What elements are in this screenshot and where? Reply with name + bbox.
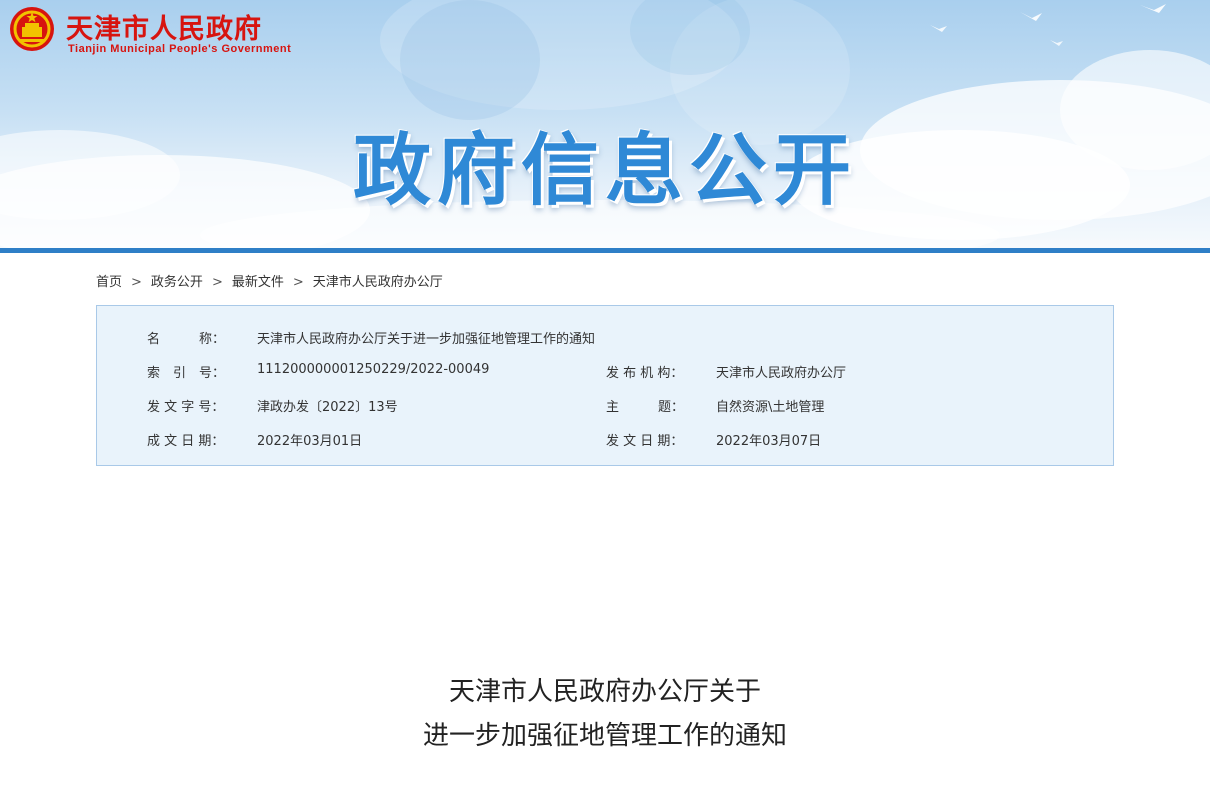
site-name-cn: 天津市人民政府 [66,14,262,45]
meta-issuer-label: 发 布 机 构： [606,366,684,381]
meta-written-date-value: 2022年03月01日 [257,434,363,449]
breadcrumb: 首页 > 政务公开 > 最新文件 > 天津市人民政府办公厅 [96,271,443,290]
breadcrumb-separator: > [131,275,142,290]
meta-subject-label: 主 题： [606,400,685,415]
site-logo[interactable]: 天津市人民政府 Tianjin Municipal People's Gover… [8,5,308,57]
meta-docno-value: 津政办发〔2022〕13号 [257,400,398,415]
meta-written-date-label: 成 文 日 期： [147,434,225,449]
breadcrumb-general-office[interactable]: 天津市人民政府办公厅 [313,275,443,290]
banner-divider [0,248,1210,253]
breadcrumb-separator: > [211,275,223,290]
meta-name-value: 天津市人民政府办公厅关于进一步加强征地管理工作的通知 [257,332,596,347]
header-banner: 天津市人民政府 Tianjin Municipal People's Gover… [0,0,1210,248]
breadcrumb-gov-affairs[interactable]: 政务公开 [151,275,203,290]
breadcrumb-home[interactable]: 首页 [96,275,122,290]
breadcrumb-latest-docs[interactable]: 最新文件 [232,275,284,290]
national-emblem-icon [10,7,54,51]
meta-published-date-value: 2022年03月07日 [716,434,822,449]
breadcrumb-separator: > [292,275,304,290]
meta-name-label: 名 称： [147,332,226,347]
site-name-en: Tianjin Municipal People's Government [68,43,292,55]
meta-published-date-label: 发 文 日 期： [606,434,684,449]
meta-index-label: 索 引 号： [147,366,226,381]
document-metadata-panel: 名 称： 天津市人民政府办公厅关于进一步加强征地管理工作的通知 索 引 号： 1… [96,305,1114,466]
meta-issuer-value: 天津市人民政府办公厅 [716,366,847,381]
meta-subject-value: 自然资源\土地管理 [716,400,825,415]
document-title-line-2: 进一步加强征地管理工作的通知 [422,721,787,751]
meta-index-value: 111200000001250229/2022-00049 [257,362,490,377]
meta-docno-label: 发 文 字 号： [147,400,225,415]
banner-title: 政府信息公开 [352,126,857,216]
document-title-line-1: 天津市人民政府办公厅关于 [448,677,761,707]
